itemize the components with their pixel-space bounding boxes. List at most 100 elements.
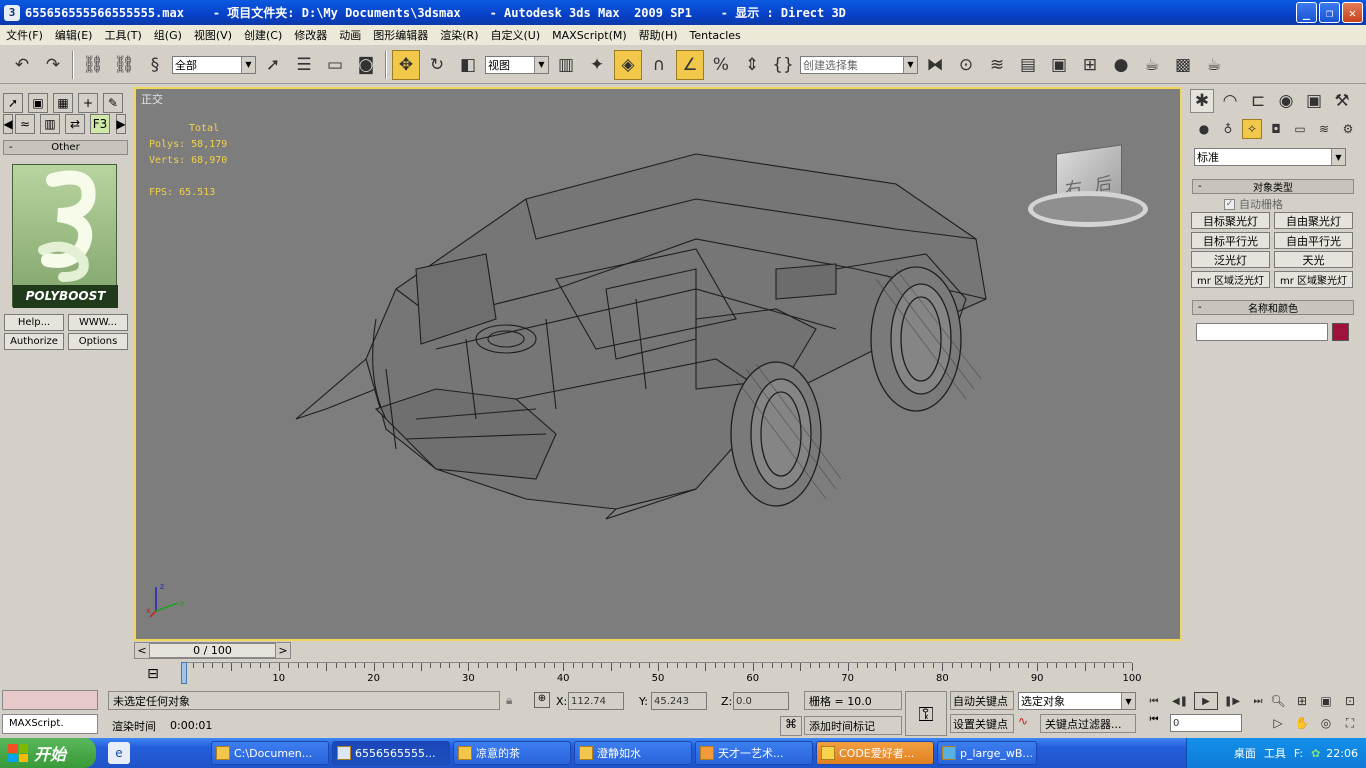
transform-icon[interactable]: ⇄ <box>65 114 85 134</box>
columns-icon[interactable]: ▥ <box>40 114 60 134</box>
tray-tools[interactable]: 工具 <box>1264 745 1286 761</box>
menu-views[interactable]: 视图(V) <box>188 27 238 43</box>
select-and-rotate-icon[interactable]: ↻ <box>423 50 451 80</box>
menu-animation[interactable]: 动画 <box>333 27 367 43</box>
task-image-viewer[interactable]: p_large_wB... <box>937 741 1037 765</box>
time-tag-icon[interactable]: ⌘ <box>780 716 802 736</box>
curve-editor-icon[interactable]: ▣ <box>1045 50 1073 80</box>
viewport-orthographic[interactable]: 正交 Total Polys: 58,179 Verts: 68,970 FPS… <box>134 87 1182 641</box>
rollup-object-type[interactable]: - 对象类型 <box>1192 179 1354 194</box>
menu-customize[interactable]: 自定义(U) <box>485 27 547 43</box>
manipulate-icon[interactable]: ✦ <box>583 50 611 80</box>
current-frame-marker[interactable] <box>181 662 187 684</box>
zoom-extents-icon[interactable]: ▣ <box>1316 692 1336 710</box>
bind-space-warp-icon[interactable]: § <box>141 50 169 80</box>
grid-icon[interactable]: ▦ <box>53 93 73 113</box>
x-coordinate-field[interactable]: 112.74 <box>568 692 624 710</box>
free-direct-button[interactable]: 自由平行光 <box>1274 232 1353 249</box>
omni-button[interactable]: 泛光灯 <box>1191 251 1270 268</box>
undo-icon[interactable]: ↶ <box>8 50 36 80</box>
arrow-left-icon[interactable]: ◀ <box>3 114 13 134</box>
zoom-extents-all-icon[interactable]: ⊡ <box>1340 692 1360 710</box>
pan-icon[interactable]: ✋ <box>1292 714 1312 732</box>
lights-icon[interactable]: ✧ <box>1242 119 1262 139</box>
menu-group[interactable]: 组(G) <box>148 27 188 43</box>
key-filters-button[interactable]: 关键点过滤器... <box>1040 714 1136 733</box>
free-spot-button[interactable]: 自由聚光灯 <box>1274 212 1353 229</box>
schematic-view-icon[interactable]: ⊞ <box>1076 50 1104 80</box>
cameras-icon[interactable]: ◘ <box>1266 119 1286 139</box>
material-editor-icon[interactable]: ● <box>1107 50 1135 80</box>
track-bar[interactable]: 0102030405060708090100 <box>181 662 1142 688</box>
add-time-tag-button[interactable]: 添加时间标记 <box>804 716 902 735</box>
arrow-right-icon[interactable]: ▶ <box>116 114 126 134</box>
task-chat-1[interactable]: 天才一艺术... <box>695 741 813 765</box>
link-icon[interactable]: ⛓ <box>79 50 107 80</box>
geometry-icon[interactable]: ● <box>1194 119 1214 139</box>
utilities-tab-icon[interactable]: ⚒ <box>1330 89 1354 113</box>
menu-file[interactable]: 文件(F) <box>0 27 49 43</box>
task-folder-2[interactable]: 澄静如水 <box>574 741 692 765</box>
go-to-start-icon[interactable]: ⏮ <box>1142 692 1166 710</box>
space-warps-icon[interactable]: ≋ <box>1314 119 1334 139</box>
angle-snap-icon[interactable]: ∠ <box>676 49 704 80</box>
options-button[interactable]: Options <box>68 333 128 350</box>
www-button[interactable]: WWW... <box>68 314 128 331</box>
redo-icon[interactable]: ↷ <box>39 50 67 80</box>
select-arrow-icon[interactable]: ➚ <box>3 93 23 113</box>
f3-icon[interactable]: F3 <box>90 114 110 134</box>
authorize-button[interactable]: Authorize <box>4 333 64 350</box>
systems-icon[interactable]: ⚙ <box>1338 119 1358 139</box>
create-tab-icon[interactable]: ✱ <box>1190 89 1214 113</box>
next-frame-icon[interactable]: ❚▶ <box>1220 692 1244 710</box>
menu-create[interactable]: 创建(C) <box>238 27 288 43</box>
mr-area-spot-button[interactable]: mr 区域聚光灯 <box>1274 271 1353 288</box>
named-selection-dropdown[interactable]: 创建选择集 ▼ <box>800 55 918 74</box>
start-button[interactable]: 开始 <box>0 738 96 768</box>
menu-help[interactable]: 帮助(H) <box>633 27 684 43</box>
tray-desktop[interactable]: 桌面 <box>1234 745 1256 761</box>
time-slider[interactable]: < 0 / 100 > <box>134 642 291 659</box>
maxscript-mini-listener[interactable]: MAXScript. <box>2 714 98 734</box>
task-3dsmax[interactable]: 6556565555... <box>332 741 450 765</box>
minimize-button[interactable]: _ <box>1296 2 1317 23</box>
keyboard-shortcut-override-icon[interactable]: ◈ <box>614 49 642 80</box>
time-slider-prev-icon[interactable]: < <box>135 644 149 657</box>
close-button[interactable]: ✕ <box>1342 2 1363 23</box>
rendered-frame-window-icon[interactable]: ▩ <box>1169 50 1197 80</box>
tray-network-icon[interactable]: ✿ <box>1311 747 1320 760</box>
object-name-field[interactable] <box>1196 323 1328 341</box>
play-icon[interactable]: ▶ <box>1194 692 1218 710</box>
maxscript-listener-pink[interactable] <box>2 690 98 710</box>
zoom-icon[interactable]: 🔍︎ <box>1268 692 1288 710</box>
mini-curve-editor-icon[interactable]: ⊟ <box>142 664 164 684</box>
help-button[interactable]: Help... <box>4 314 64 331</box>
reference-coordinate-dropdown[interactable]: 视图 ▼ <box>485 55 549 74</box>
select-by-name-icon[interactable]: ☰ <box>290 50 318 80</box>
plus-icon[interactable]: + <box>78 93 98 113</box>
category-dropdown[interactable]: 标准 ▼ <box>1194 148 1346 166</box>
object-color-swatch[interactable] <box>1332 323 1349 341</box>
motion-tab-icon[interactable]: ◉ <box>1274 89 1298 113</box>
vehicle-wireframe-model[interactable] <box>136 89 1180 639</box>
select-and-scale-icon[interactable]: ◧ <box>454 50 482 80</box>
autogrid-option[interactable]: ✓ 自动栅格 <box>1224 196 1283 212</box>
3dsmax-app-icon[interactable]: 3 <box>4 4 20 21</box>
zoom-all-icon[interactable]: ⊞ <box>1292 692 1312 710</box>
align-icon[interactable]: ⊙ <box>952 50 980 80</box>
shapes-icon[interactable]: ♁ <box>1218 119 1238 139</box>
y-coordinate-field[interactable]: 45.243 <box>651 692 707 710</box>
percent-snap-icon[interactable]: % <box>707 50 735 80</box>
previous-frame-icon[interactable]: ◀❚ <box>1168 692 1192 710</box>
rollup-other[interactable]: - Other <box>3 140 128 155</box>
tray-drive[interactable]: F: <box>1294 747 1303 760</box>
mirror-icon[interactable]: ⧓ <box>921 50 949 80</box>
menu-rendering[interactable]: 渲染(R) <box>434 27 484 43</box>
target-spot-button[interactable]: 目标聚光灯 <box>1191 212 1270 229</box>
task-explorer[interactable]: C:\Documen... <box>211 741 329 765</box>
unlink-icon[interactable]: ⛓ <box>110 50 138 80</box>
autogrid-checkbox[interactable]: ✓ <box>1224 198 1235 210</box>
z-coordinate-field[interactable]: 0.0 <box>733 692 789 710</box>
menu-tentacles[interactable]: Tentacles <box>684 29 747 42</box>
spinner-snap-icon[interactable]: ⇕ <box>738 50 766 80</box>
